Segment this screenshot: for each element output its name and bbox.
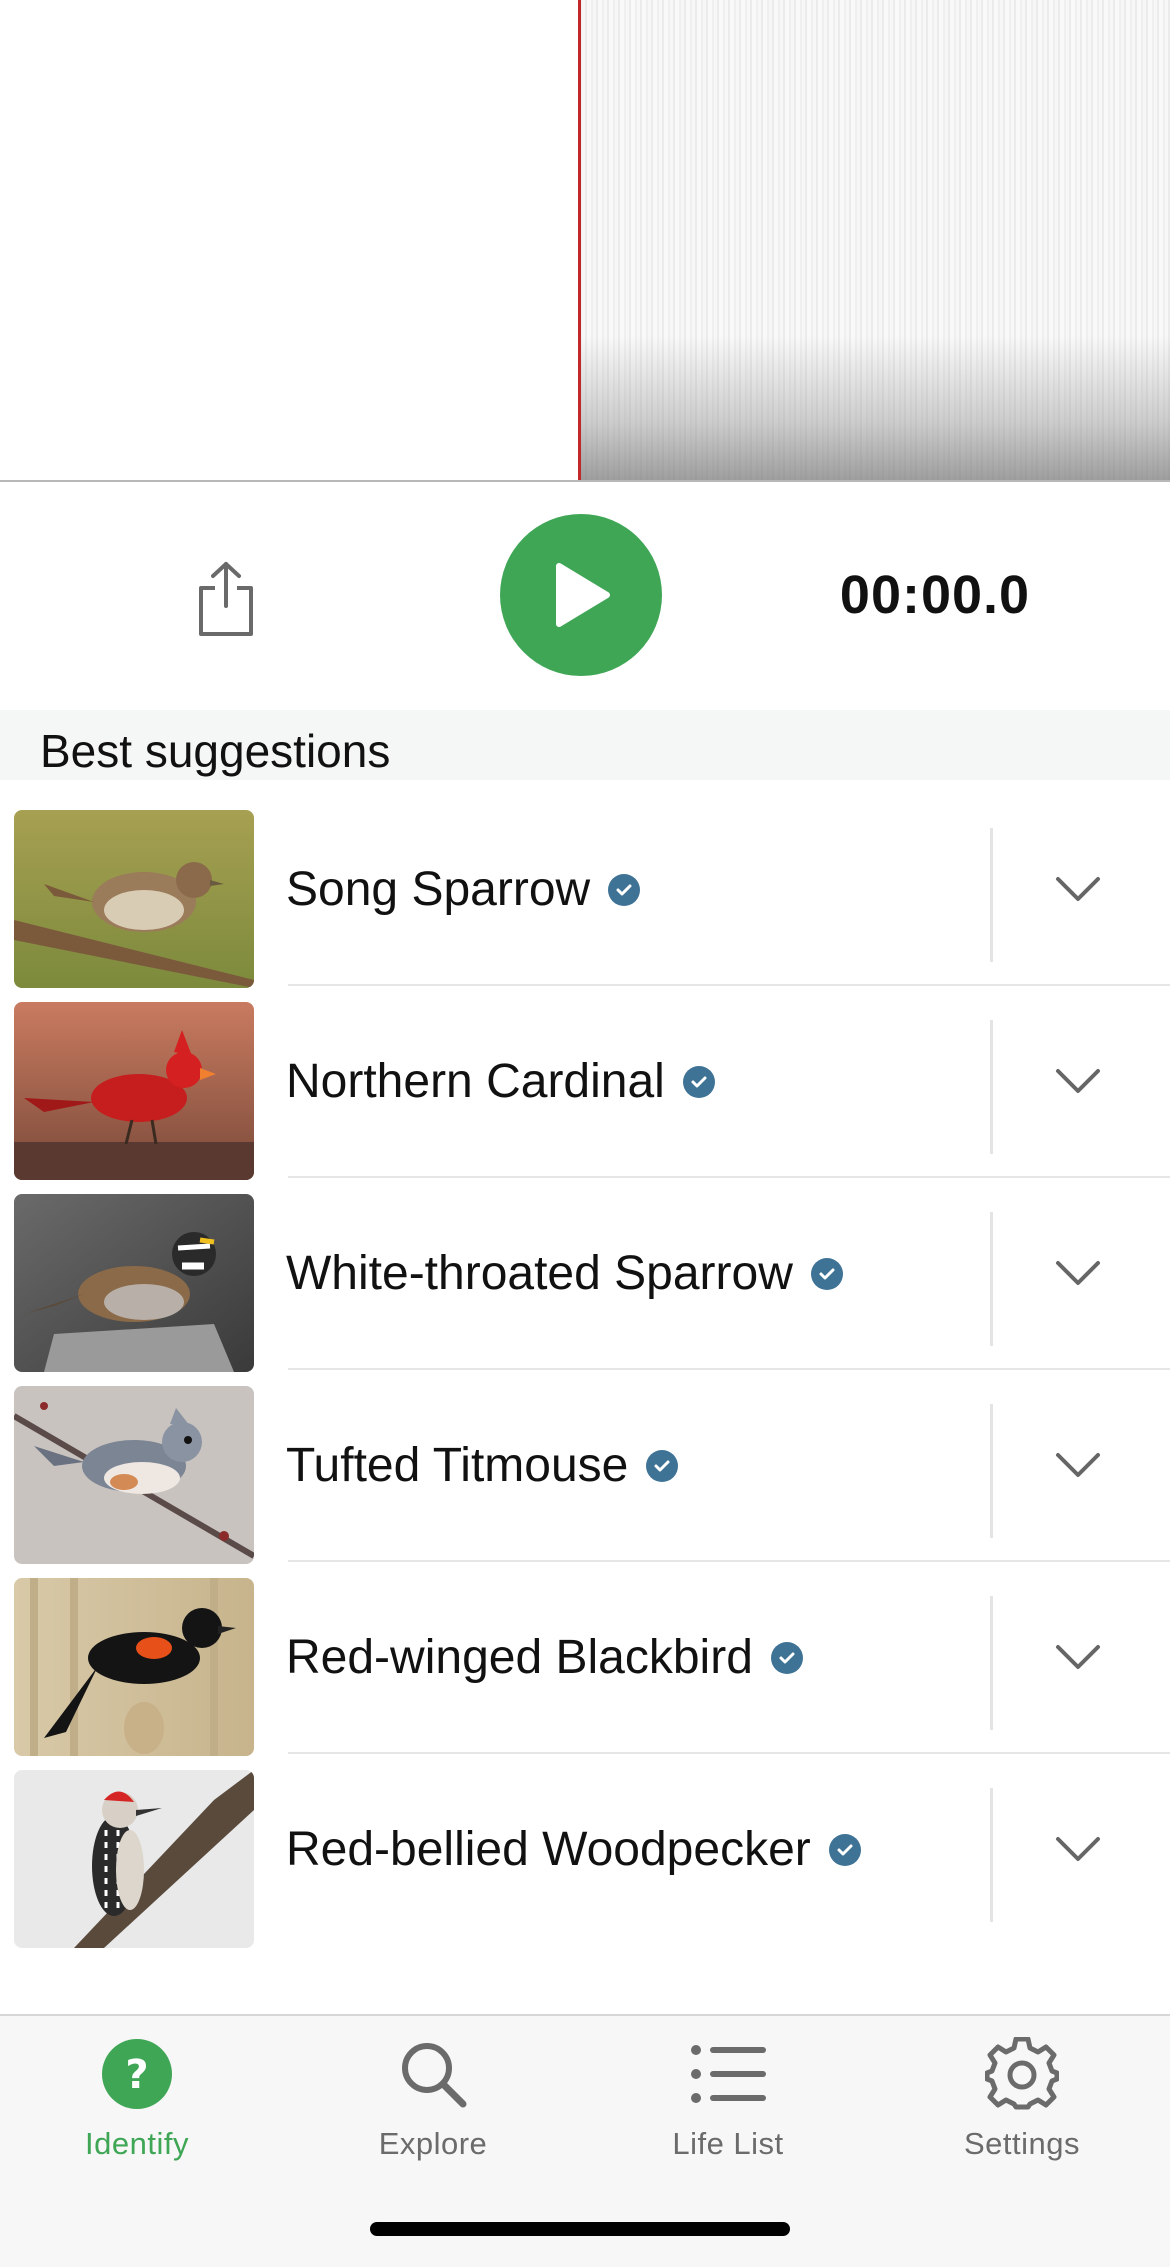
row-divider (990, 1020, 993, 1154)
chevron-down-icon (1056, 1645, 1100, 1669)
bird-photo-song-sparrow (14, 810, 254, 988)
species-name: Northern Cardinal (286, 1042, 715, 1122)
share-icon (199, 562, 253, 636)
suggestion-row[interactable]: Tufted Titmouse (0, 1370, 1170, 1564)
search-icon (402, 2043, 467, 2108)
verified-icon (828, 1834, 861, 1866)
suggestion-row[interactable]: Red-bellied Woodpecker (0, 1754, 1170, 1948)
expand-button[interactable] (1052, 1056, 1104, 1108)
home-indicator (370, 2222, 790, 2236)
elapsed-time: 00:00.0 (839, 565, 1031, 625)
species-name: Red-winged Blackbird (286, 1618, 803, 1698)
bird-photo-tufted-titmouse (14, 1386, 254, 1564)
row-divider (990, 1596, 993, 1730)
spectrogram-view[interactable] (0, 0, 1170, 482)
verified-icon (770, 1642, 803, 1674)
row-divider (990, 1404, 993, 1538)
tab-label: Explore (378, 2126, 488, 2161)
list-icon (691, 2045, 766, 2103)
gear-icon (985, 2037, 1059, 2110)
suggestion-row[interactable]: Song Sparrow (0, 794, 1170, 988)
bird-photo-red-winged-blackbird (14, 1578, 254, 1756)
species-name: Tufted Titmouse (286, 1426, 679, 1506)
species-name: Red-bellied Woodpecker (286, 1810, 861, 1890)
svg-text:?: ? (125, 2052, 148, 2098)
expand-button[interactable] (1052, 1632, 1104, 1684)
chevron-down-icon (1056, 877, 1100, 901)
section-title: Best suggestions (40, 725, 391, 777)
suggestion-row[interactable]: Northern Cardinal (0, 986, 1170, 1180)
tab-life-list[interactable]: Life List (618, 2034, 838, 2194)
bird-photo-northern-cardinal (14, 1002, 254, 1180)
spectrogram-image (580, 0, 1170, 480)
tab-label: Identify (85, 2126, 189, 2161)
suggestion-row[interactable]: Red-winged Blackbird (0, 1562, 1170, 1756)
chevron-down-icon (1056, 1069, 1100, 1093)
suggestion-row[interactable]: White-throated Sparrow (0, 1178, 1170, 1372)
row-divider (990, 1788, 993, 1922)
tab-label: Life List (672, 2126, 784, 2161)
play-button[interactable] (500, 514, 662, 676)
verified-icon (646, 1450, 679, 1482)
expand-button[interactable] (1052, 1440, 1104, 1492)
row-divider (990, 828, 993, 962)
chevron-down-icon (1056, 1261, 1100, 1285)
play-icon (556, 563, 610, 627)
tab-label: Settings (963, 2126, 1080, 2161)
bird-photo-white-throated-sparrow (14, 1194, 254, 1372)
share-button[interactable] (188, 556, 264, 642)
tab-settings[interactable]: Settings (912, 2034, 1132, 2194)
verified-icon (810, 1258, 843, 1290)
expand-button[interactable] (1052, 1248, 1104, 1300)
species-name: Song Sparrow (286, 850, 641, 930)
tab-identify[interactable]: ? Identify (27, 2034, 247, 2194)
verified-icon (608, 874, 641, 906)
expand-button[interactable] (1052, 1824, 1104, 1876)
row-divider (990, 1212, 993, 1346)
expand-button[interactable] (1052, 864, 1104, 916)
tab-explore[interactable]: Explore (323, 2034, 543, 2194)
suggestions-list: Song Sparrow Northern Cardinal White-thr… (0, 794, 1170, 1948)
question-icon: ? (102, 2039, 172, 2109)
section-header: Best suggestions (0, 710, 1170, 780)
chevron-down-icon (1056, 1837, 1100, 1861)
species-name: White-throated Sparrow (286, 1234, 843, 1314)
chevron-down-icon (1056, 1453, 1100, 1477)
playhead-line (578, 0, 581, 480)
verified-icon (682, 1066, 715, 1098)
bird-photo-red-bellied-woodpecker (14, 1770, 254, 1948)
